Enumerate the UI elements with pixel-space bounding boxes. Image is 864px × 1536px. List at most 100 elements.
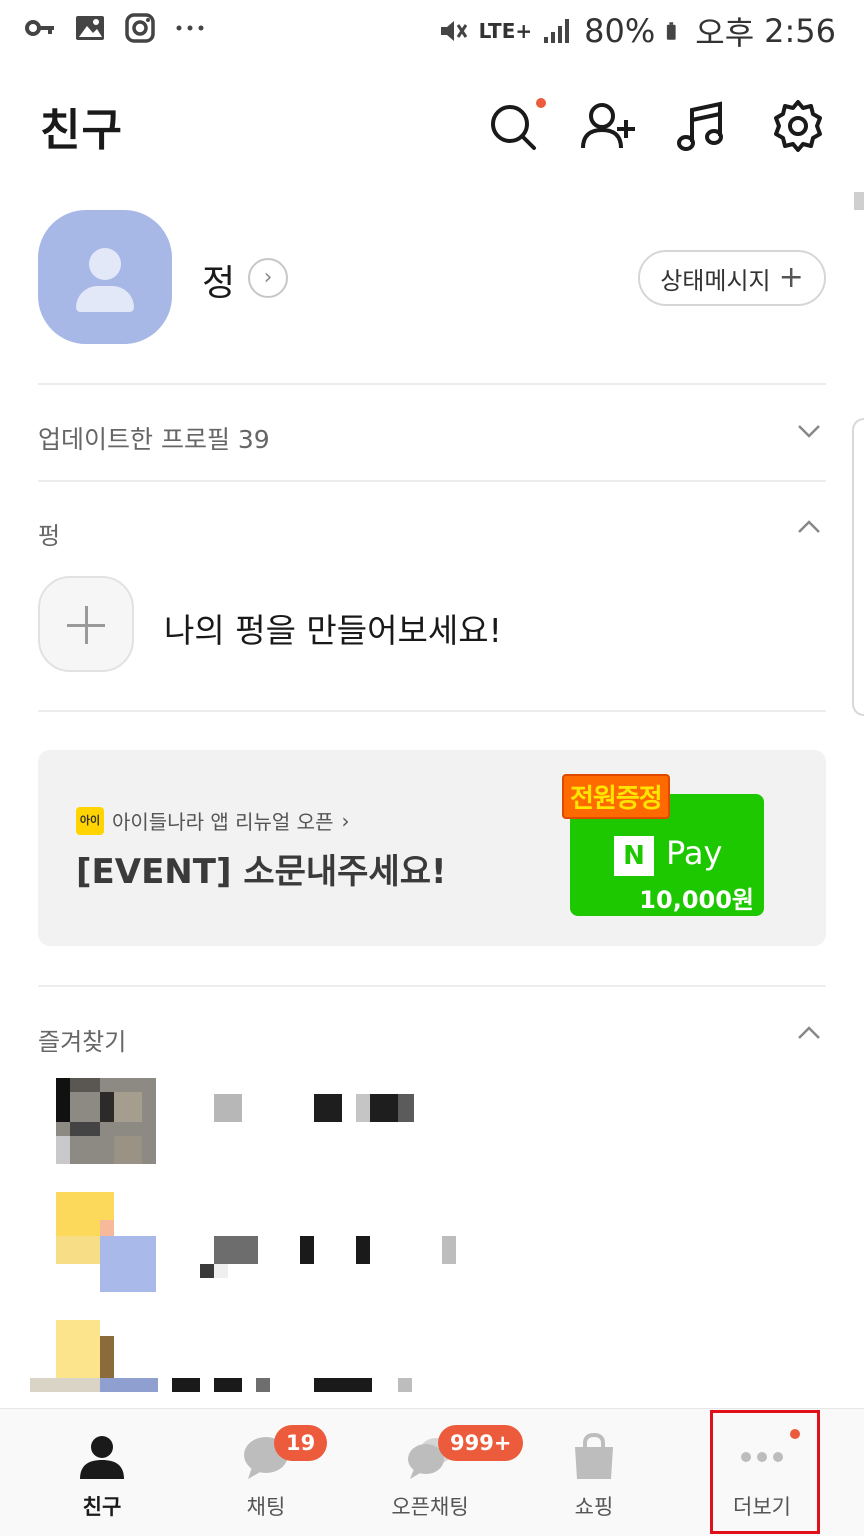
chevron-right-icon[interactable]: › xyxy=(248,258,288,298)
settings-icon[interactable] xyxy=(770,98,826,154)
search-new-dot xyxy=(536,98,546,108)
pixel-block xyxy=(70,1078,100,1092)
add-friend-icon[interactable] xyxy=(580,98,636,154)
banner-subtitle-row: 아이 아이들나라 앱 리뉴얼 오픈 › xyxy=(76,806,349,835)
banner-logo: 아이 xyxy=(76,806,104,835)
pixel-block xyxy=(100,1336,114,1380)
chat-unread-badge: 19 xyxy=(274,1425,328,1461)
pixel-block xyxy=(70,1122,100,1136)
naver-n-logo: N xyxy=(614,836,654,876)
pixel-block xyxy=(56,1136,70,1164)
name-pixelated xyxy=(398,1094,414,1122)
name-pixelated xyxy=(214,1264,228,1278)
avatar-default-body xyxy=(76,286,134,312)
status-message-label: 상태메시지 xyxy=(660,266,771,295)
music-icon[interactable] xyxy=(674,98,730,154)
person-icon xyxy=(80,1436,124,1479)
my-profile[interactable]: 정 › 상태메시지 + xyxy=(38,210,826,350)
name-pixelated xyxy=(214,1236,258,1264)
name-pixelated xyxy=(314,1094,342,1122)
banner-title: [EVENT] 소문내주세요! xyxy=(76,852,447,892)
tab-shopping[interactable]: 쇼핑 xyxy=(508,1409,680,1536)
name-pixelated xyxy=(398,1378,412,1392)
time-period: 오후 xyxy=(695,14,755,52)
pixel-block xyxy=(100,1092,114,1122)
tab-chats[interactable]: 19 채팅 xyxy=(180,1409,352,1536)
event-banner[interactable]: 아이 아이들나라 앱 리뉴얼 오픈 › [EVENT] 소문내주세요! N Pa… xyxy=(38,750,826,946)
name-pixelated xyxy=(300,1236,314,1264)
signal-icon xyxy=(544,19,570,43)
tab-open-chat-label: 오픈채팅 xyxy=(391,1495,469,1519)
pung-label: 펑 xyxy=(38,522,61,550)
avatar-default-head xyxy=(89,248,121,280)
pixel-block xyxy=(56,1236,100,1264)
chevron-up-icon[interactable] xyxy=(796,514,822,540)
status-bar-left-icons xyxy=(24,12,206,44)
chevron-right-icon: › xyxy=(341,808,350,833)
tab-friends[interactable]: 친구 xyxy=(16,1409,188,1536)
status-bar: LTE+ 80% 오후 2:56 xyxy=(0,0,864,62)
page-title: 친구 xyxy=(40,105,123,156)
gallery-icon xyxy=(76,16,104,40)
instagram-icon xyxy=(125,13,155,43)
pixel-block xyxy=(100,1236,156,1292)
shopping-bag-icon xyxy=(575,1433,613,1479)
name-pixelated xyxy=(442,1236,456,1264)
name-pixelated xyxy=(172,1378,200,1392)
name-pixelated xyxy=(214,1094,242,1122)
scroll-thumb[interactable] xyxy=(854,192,864,210)
status-message-button[interactable]: 상태메시지 + xyxy=(638,250,826,306)
favorites-label: 즐겨찾기 xyxy=(38,1028,127,1056)
battery-icon xyxy=(667,22,676,40)
divider xyxy=(38,383,826,385)
favorite-friend-row[interactable] xyxy=(30,1320,476,1410)
divider xyxy=(38,985,826,987)
favorite-friend-row[interactable] xyxy=(56,1192,476,1292)
name-pixelated xyxy=(200,1264,214,1278)
add-pung-button[interactable] xyxy=(38,576,134,672)
name-pixelated xyxy=(370,1094,398,1122)
pung-cta[interactable]: 나의 펑을 만들어보세요! xyxy=(164,604,502,652)
tab-chats-label: 채팅 xyxy=(246,1495,286,1519)
banner-subtitle: 아이들나라 앱 리뉴얼 오픈 xyxy=(112,810,334,834)
avatar-pixelated[interactable] xyxy=(56,1320,100,1380)
name-pixelated xyxy=(256,1378,270,1392)
key-icon xyxy=(25,20,54,36)
tab-open-chat[interactable]: 999+ 오픈채팅 xyxy=(344,1409,524,1536)
name-pixelated xyxy=(214,1378,242,1392)
banner-badge: 전원증정 xyxy=(562,774,670,819)
highlight-box xyxy=(710,1410,820,1534)
header: 친구 xyxy=(0,88,864,168)
pixel-block xyxy=(100,1220,114,1236)
tab-shopping-label: 쇼핑 xyxy=(574,1495,614,1519)
more-dots-icon xyxy=(176,25,204,31)
search-icon[interactable] xyxy=(484,98,540,154)
pung-section-header[interactable]: 펑 xyxy=(38,504,826,564)
updated-profiles-label: 업데이트한 프로필 39 xyxy=(38,425,270,454)
npay-brand: Pay xyxy=(666,834,723,872)
pixel-block xyxy=(100,1378,158,1392)
clock: 2:56 xyxy=(764,12,836,50)
pixel-block xyxy=(56,1078,70,1122)
plus-icon: + xyxy=(778,260,804,295)
name-pixelated xyxy=(356,1094,370,1122)
status-bar-right: LTE+ 80% 오후 2:56 xyxy=(437,8,836,54)
plus-icon-v xyxy=(85,606,88,644)
pixel-block xyxy=(114,1136,142,1164)
edge-panel-handle[interactable] xyxy=(852,418,864,716)
chevron-down-icon[interactable] xyxy=(796,418,822,444)
chevron-up-icon[interactable] xyxy=(796,1020,822,1046)
mute-icon xyxy=(440,21,467,41)
favorite-friend-row[interactable] xyxy=(56,1078,476,1168)
npay-amount: 10,000원 xyxy=(639,886,754,914)
name-pixelated xyxy=(314,1378,372,1392)
battery-percent: 80% xyxy=(584,12,656,50)
name-pixelated xyxy=(356,1236,370,1264)
divider xyxy=(38,480,826,482)
profile-name[interactable]: 정 xyxy=(202,254,235,306)
avatar[interactable] xyxy=(38,210,172,344)
divider xyxy=(38,710,826,712)
favorites-section-header[interactable]: 즐겨찾기 xyxy=(38,1010,826,1070)
updated-profiles-section[interactable]: 업데이트한 프로필 39 xyxy=(38,408,826,468)
network-type: LTE+ xyxy=(478,19,533,43)
